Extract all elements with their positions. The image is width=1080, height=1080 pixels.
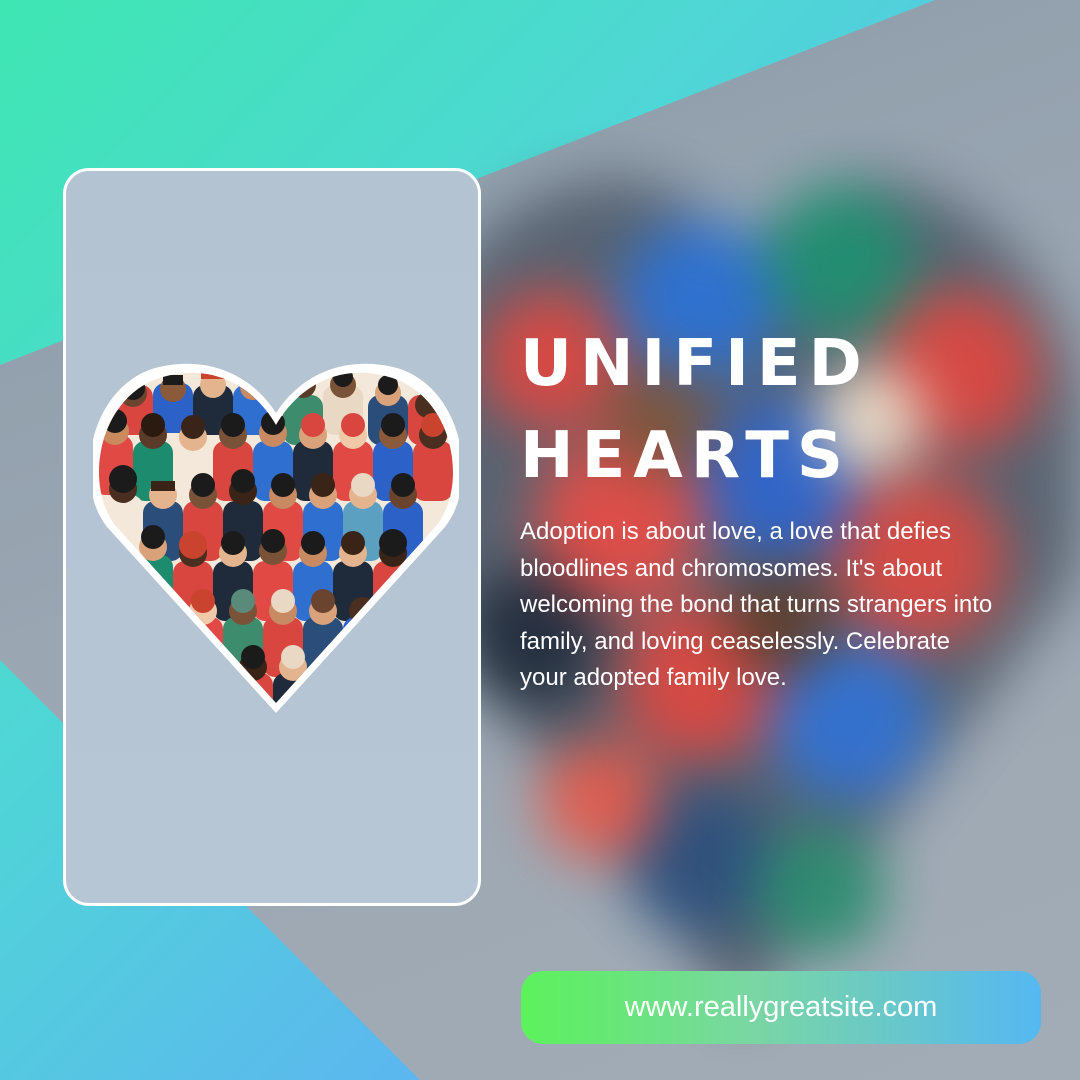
body-text: Adoption is about love, a love that defi… xyxy=(520,518,993,691)
headline-line-2: HEARTS xyxy=(520,419,851,493)
website-link-button[interactable]: www.reallygreatsite.com xyxy=(521,971,1041,1044)
headline: UNIFIED HEARTS xyxy=(520,318,1040,502)
poster: UNIFIED HEARTS Adoption is about love, a… xyxy=(0,0,1080,1080)
headline-line-1: UNIFIED xyxy=(520,327,870,401)
heart-of-diverse-people-icon xyxy=(93,363,459,713)
